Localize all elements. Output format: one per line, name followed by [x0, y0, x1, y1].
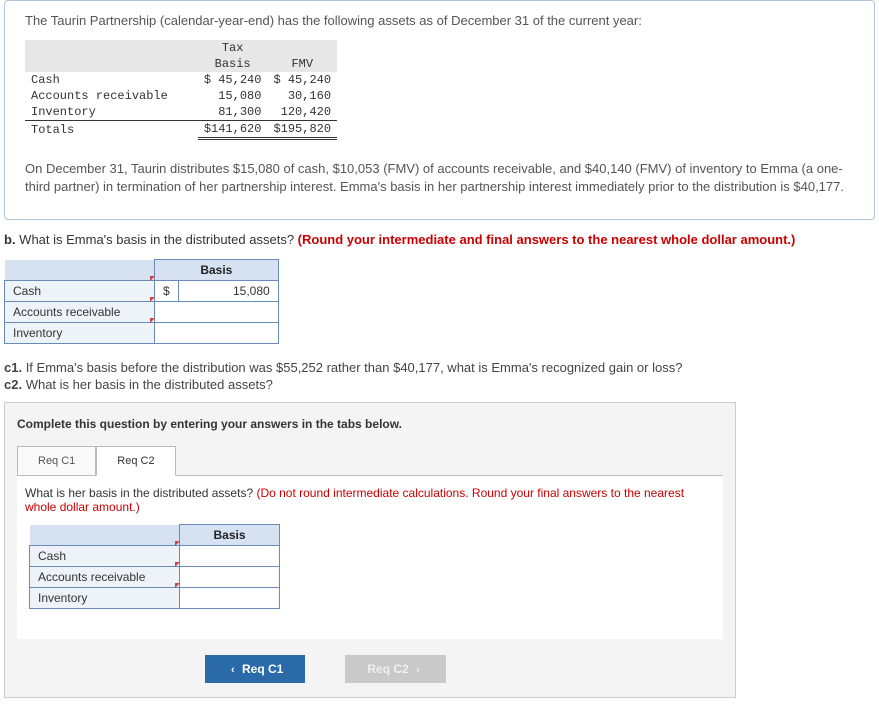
value-cell-cash[interactable]: 15,080: [178, 281, 278, 302]
question-c1: c1. If Emma's basis before the distribut…: [4, 360, 875, 375]
row-label: Inventory: [5, 323, 155, 344]
intro-text: The Taurin Partnership (calendar-year-en…: [25, 13, 854, 28]
chevron-left-icon: ‹: [231, 664, 235, 676]
value-cell-inv[interactable]: [180, 588, 280, 609]
tab-container: Complete this question by entering your …: [4, 402, 736, 698]
currency-cell[interactable]: $: [155, 281, 179, 302]
value-cell-inv[interactable]: [155, 323, 279, 344]
row-label: Accounts receivable: [25, 88, 198, 104]
nav-buttons: ‹ Req C1 Req C2 ›: [5, 651, 735, 697]
problem-context: The Taurin Partnership (calendar-year-en…: [4, 0, 875, 220]
distribution-paragraph: On December 31, Taurin distributes $15,0…: [25, 160, 854, 195]
totals-label: Totals: [25, 121, 198, 139]
value-cell-ar[interactable]: [155, 302, 279, 323]
value-cell-cash[interactable]: [180, 546, 280, 567]
value-cell-ar[interactable]: [180, 567, 280, 588]
row-label: Cash: [5, 281, 155, 302]
tab-req-c1[interactable]: Req C1: [17, 446, 96, 476]
assets-table: Tax Basis FMV Cash $ 45,240 $ 45,240 Acc…: [25, 40, 337, 140]
row-label: Cash: [25, 72, 198, 88]
cell-fmv: 30,160: [267, 88, 337, 104]
basis-header: Basis: [155, 260, 279, 281]
qb-text: What is Emma's basis in the distributed …: [16, 232, 298, 247]
cell-fmv: 120,420: [267, 104, 337, 121]
row-label: Inventory: [25, 104, 198, 121]
basis-header: Basis: [180, 525, 280, 546]
tab-req-c2[interactable]: Req C2: [96, 446, 175, 476]
row-label: Accounts receivable: [30, 567, 180, 588]
row-label: Cash: [30, 546, 180, 567]
qb-prefix: b.: [4, 232, 16, 247]
tab-question: What is her basis in the distributed ass…: [25, 486, 715, 514]
cell-fmv: $ 45,240: [267, 72, 337, 88]
tab-instructions: Complete this question by entering your …: [5, 403, 735, 445]
next-button[interactable]: Req C2 ›: [345, 655, 445, 683]
hdr-tax: Tax: [198, 40, 268, 56]
totals-fmv: $195,820: [267, 121, 337, 139]
hdr-fmv: FMV: [267, 56, 337, 72]
cell-basis: 15,080: [198, 88, 268, 104]
tab-body: What is her basis in the distributed ass…: [17, 475, 723, 639]
qb-note: (Round your intermediate and final answe…: [298, 232, 796, 247]
row-label: Inventory: [30, 588, 180, 609]
cell-basis: $ 45,240: [198, 72, 268, 88]
answer-table-b: Basis Cash $ 15,080 Accounts receivable …: [4, 259, 279, 344]
answer-table-c2: Basis Cash Accounts receivable Inventory: [29, 524, 280, 609]
cell-basis: 81,300: [198, 104, 268, 121]
prev-button[interactable]: ‹ Req C1: [205, 655, 305, 683]
tab-strip: Req C1 Req C2: [5, 445, 735, 475]
totals-basis: $141,620: [198, 121, 268, 139]
row-label: Accounts receivable: [5, 302, 155, 323]
question-b: b. What is Emma's basis in the distribut…: [4, 232, 875, 247]
question-c2: c2. What is her basis in the distributed…: [4, 377, 875, 392]
chevron-right-icon: ›: [416, 664, 420, 676]
hdr-basis: Basis: [198, 56, 268, 72]
